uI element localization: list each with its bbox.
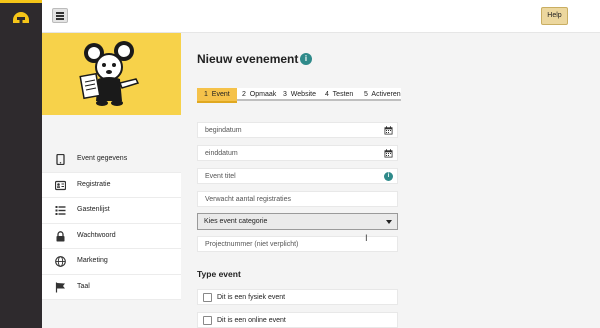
logo-icon <box>13 12 29 23</box>
sidebar-item-event-gegevens[interactable]: Event gegevens <box>42 147 181 173</box>
mascot-banner <box>42 33 181 115</box>
step-label: Website <box>290 91 316 98</box>
sidebar-item-taal[interactable]: Taal <box>42 274 181 300</box>
mascot-illustration <box>79 41 140 106</box>
sidebar-item-label: Marketing <box>77 257 108 264</box>
field-placeholder: begindatum <box>205 127 242 134</box>
tab-testen[interactable]: 4 Testen <box>325 88 353 101</box>
hamburger-menu-button[interactable] <box>52 8 68 23</box>
online-event-checkbox[interactable]: Dit is een online event <box>197 312 398 328</box>
sidebar-item-label: Taal <box>77 282 90 290</box>
checkbox-icon[interactable] <box>203 316 212 325</box>
main-content: Nieuw evenement i 1 Event 2 Opmaak 3 Web… <box>181 33 600 328</box>
begindatum-field[interactable]: begindatum <box>197 122 398 138</box>
lock-icon <box>56 230 65 241</box>
page-title: Nieuw evenement <box>197 52 299 66</box>
checkbox-label: Dit is een fysiek event <box>217 294 286 301</box>
help-button[interactable]: Help <box>541 7 568 25</box>
sidebar-item-label: Registratie <box>77 180 111 188</box>
event-category-select[interactable]: Kies event categorie <box>197 213 398 230</box>
tab-website[interactable]: 3 Website <box>283 88 316 101</box>
checkbox-icon[interactable] <box>203 293 212 302</box>
id-card-icon <box>55 180 66 190</box>
type-event-heading: Type event <box>197 269 241 279</box>
checkbox-label: Dit is een online event <box>217 317 286 324</box>
list-icon <box>55 206 66 215</box>
einddatum-field[interactable]: einddatum <box>197 145 398 161</box>
expected-registrations-field[interactable]: Verwacht aantal registraties <box>197 191 398 207</box>
step-number: 4 <box>325 91 329 98</box>
sidebar-item-gastenlijst[interactable]: Gastenlijst <box>42 198 181 224</box>
sidebar-item-label: Gastenlijst <box>77 206 110 213</box>
left-strip <box>0 33 42 328</box>
field-placeholder: Verwacht aantal registraties <box>205 196 291 203</box>
step-number: 5 <box>364 91 368 98</box>
physical-event-checkbox[interactable]: Dit is een fysiek event <box>197 289 398 305</box>
chevron-down-icon <box>386 220 392 224</box>
info-icon[interactable]: i <box>300 53 312 65</box>
step-number: 2 <box>242 91 246 98</box>
step-tabs: 1 Event 2 Opmaak 3 Website 4 Testen 5 Ac… <box>197 88 401 103</box>
sidebar-item-label: Event gegevens <box>77 155 128 162</box>
sidebar-item-registratie[interactable]: Registratie <box>42 172 181 198</box>
step-number: 3 <box>283 91 287 98</box>
step-label: Activeren <box>371 91 401 98</box>
step-label: Event <box>211 91 230 98</box>
sidebar: Event gegevens Registratie Gastenlijst W… <box>42 33 181 328</box>
text-cursor-icon: I <box>365 234 368 244</box>
tablet-icon <box>56 154 65 165</box>
tab-opmaak[interactable]: 2 Opmaak <box>242 88 276 101</box>
field-placeholder: Event titel <box>205 173 236 180</box>
sidebar-item-label: Wachtwoord <box>77 231 116 239</box>
step-label: Testen <box>332 91 354 98</box>
select-value: Kies event categorie <box>204 218 268 225</box>
app-logo[interactable] <box>0 0 42 33</box>
sidebar-item-marketing[interactable]: Marketing <box>42 249 181 275</box>
tab-event[interactable]: 1 Event <box>197 88 237 103</box>
calendar-icon[interactable] <box>384 126 393 135</box>
event-title-field[interactable]: Event titel i <box>197 168 398 184</box>
field-placeholder: Projectnummer (niet verplicht) <box>205 241 299 248</box>
flag-icon <box>55 282 65 292</box>
sidebar-item-wachtwoord[interactable]: Wachtwoord <box>42 223 181 249</box>
info-icon[interactable]: i <box>384 172 393 181</box>
tab-activeren[interactable]: 5 Activeren <box>364 88 401 101</box>
project-number-field[interactable]: Projectnummer (niet verplicht) <box>197 236 398 252</box>
field-placeholder: einddatum <box>205 150 238 157</box>
step-label: Opmaak <box>249 91 277 98</box>
top-bar: Help <box>0 0 600 33</box>
globe-icon <box>55 256 66 267</box>
step-number: 1 <box>204 91 208 98</box>
calendar-icon[interactable] <box>384 149 393 158</box>
sidebar-nav: Event gegevens Registratie Gastenlijst W… <box>42 147 181 300</box>
